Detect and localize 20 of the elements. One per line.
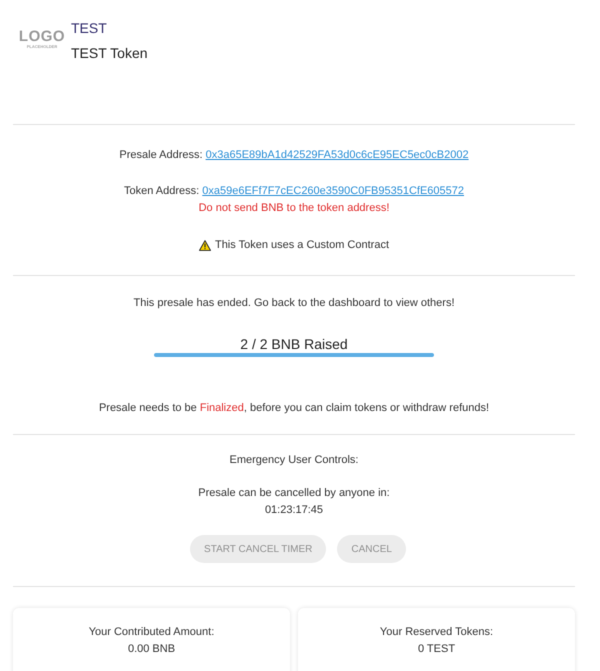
card-value: 0 TEST (418, 642, 456, 657)
address-line: Token Address: 0xa59e6EFf7F7cEC260e3590C0FB95351CfE605572 (124, 184, 464, 199)
address-link[interactable]: 0x3a65E89bA1d42529FA53d0c6cE95EC5ec0cB2002 (206, 149, 469, 161)
custom-contract-notice: This Token uses a Custom Contract (214, 238, 390, 253)
countdown-label: Presale can be cancelled by anyone in: (198, 486, 390, 501)
presale-ended-message: This presale has ended. Go back to the dashboard to view others! (133, 296, 455, 311)
emergency-title: Emergency User Controls: (230, 453, 358, 468)
token-symbol: TEST (71, 19, 107, 37)
countdown-time: 01:23:17:45 (264, 503, 324, 518)
token-name: TEST Token (71, 44, 148, 63)
card-title: Your Reserved Tokens: (380, 625, 494, 640)
logo-text: LOGO (18, 29, 66, 44)
address-line: Presale Address: 0x3a65E89bA1d42529FA53d0c6cE95EC5ec0cB2002 (119, 148, 469, 163)
card-title: Your Contributed Amount: (88, 625, 214, 640)
raised-amount: 2 / 2 BNB Raised (240, 335, 348, 353)
card-value: 0.00 BNB (128, 642, 176, 657)
warning-text: Do not send BNB to the token address! (198, 201, 390, 216)
warning-icon (198, 240, 211, 251)
finalize-notice: Presale needs to be Finalized, before you can claim tokens or withdraw refunds! (98, 401, 490, 416)
address-link[interactable]: 0xa59e6EFf7F7cEC260e3590C0FB95351CfE605572 (202, 185, 464, 197)
